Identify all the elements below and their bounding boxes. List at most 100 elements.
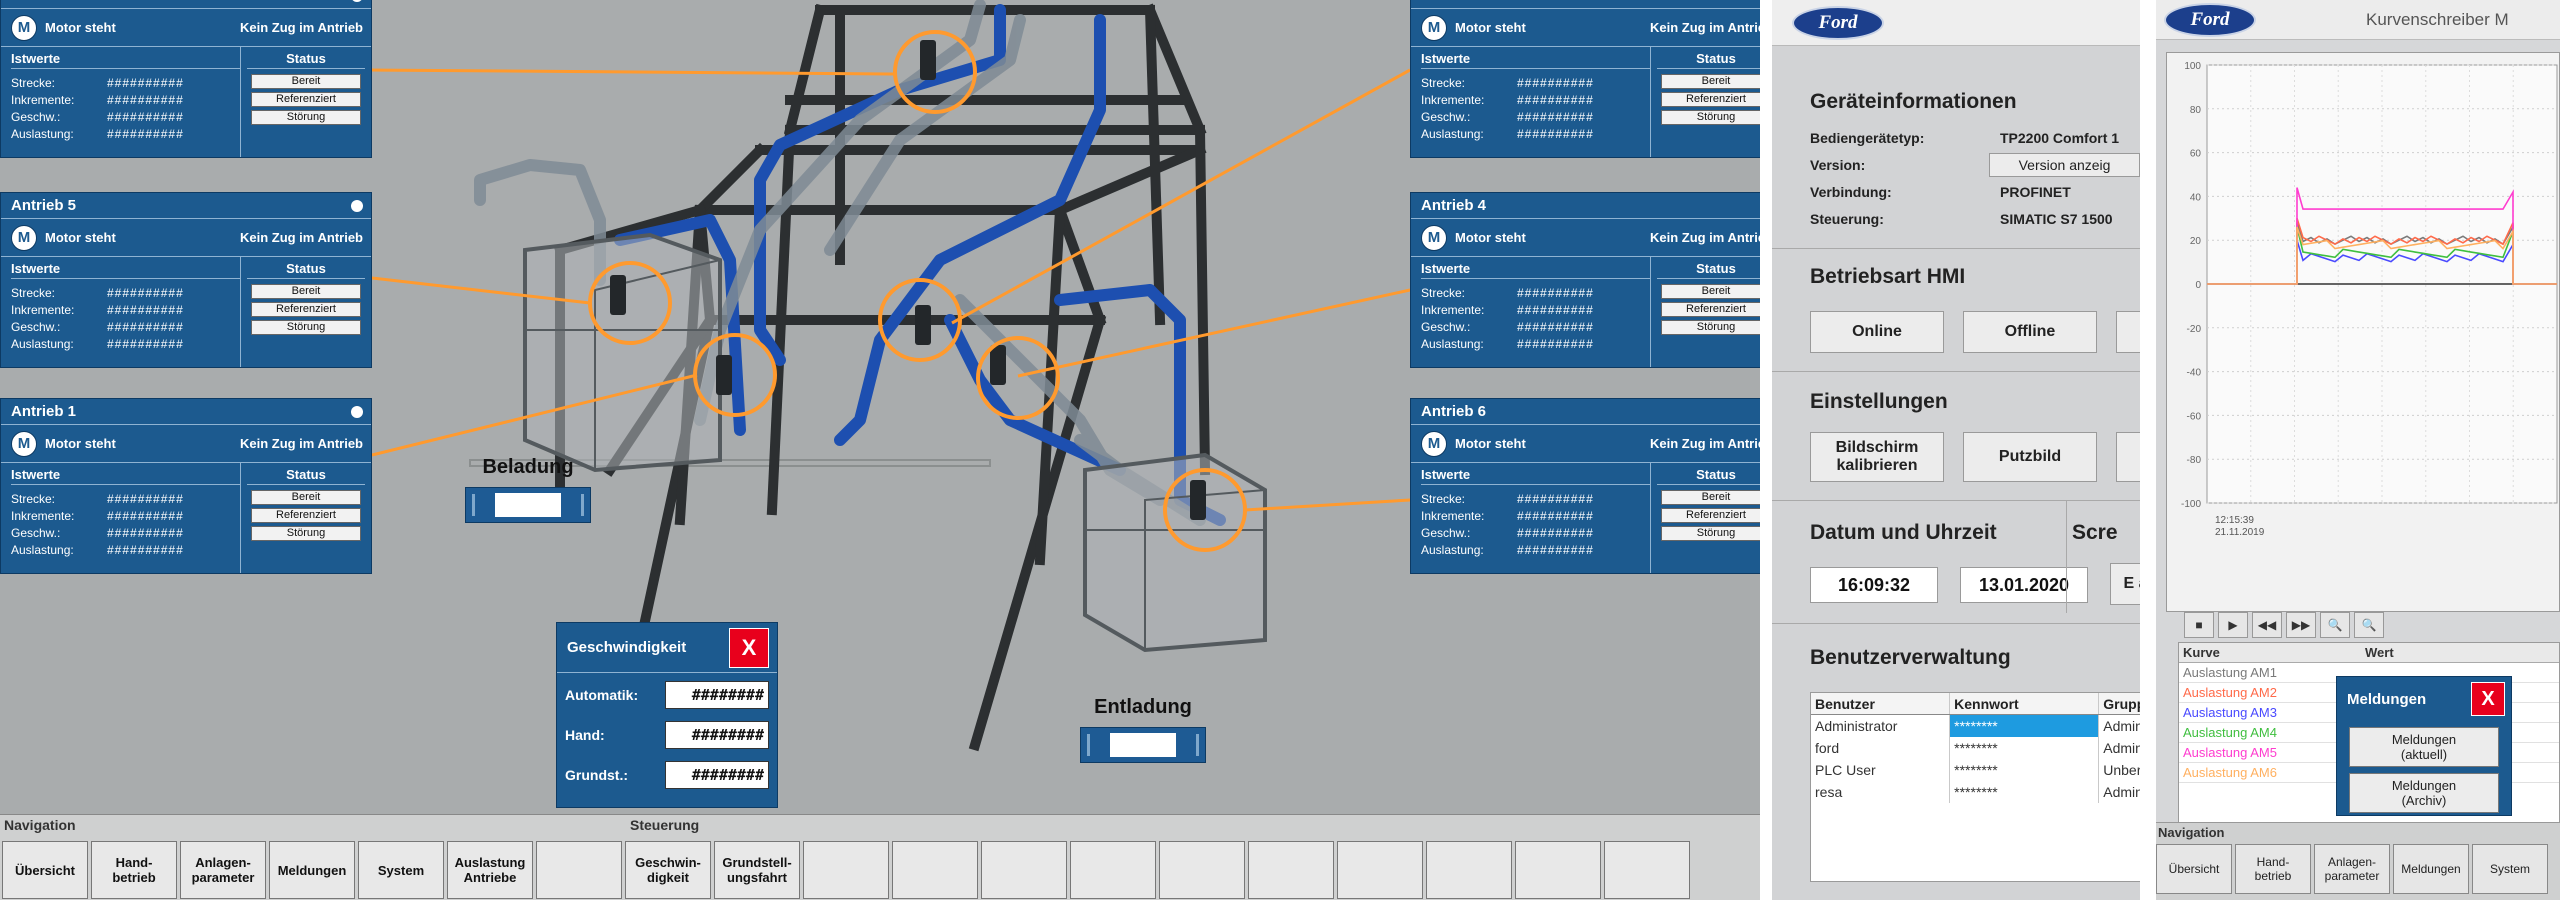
bereit-button[interactable]: Bereit <box>1661 74 1760 89</box>
drive-values: Istwerte Strecke: ########## Inkremente: ###… <box>1411 463 1651 573</box>
nav-button-3[interactable]: Meldungen <box>269 841 355 899</box>
trend-nav-button-1[interactable]: Hand- betrieb <box>2235 844 2311 894</box>
nav-button-16[interactable] <box>1426 841 1512 899</box>
train-status-text: Kein Zug im Antrieb <box>239 436 363 451</box>
speed-automatik-field[interactable]: ######## <box>665 681 769 709</box>
nav-button-5[interactable]: Auslastung Antriebe <box>447 841 533 899</box>
stoerung-button[interactable]: Störung <box>1661 320 1760 335</box>
referenziert-button[interactable]: Referenziert <box>251 508 361 523</box>
show-version-button[interactable]: Version anzeig <box>1989 152 2140 177</box>
trend-nav-button-0[interactable]: Übersicht <box>2156 844 2232 894</box>
settings-button-1[interactable]: Putzbild <box>1963 432 2097 482</box>
value-row-auslastung: Auslastung: ########## <box>1421 335 1650 352</box>
nav-button-9[interactable] <box>803 841 889 899</box>
forward-icon[interactable]: ▶▶ <box>2286 612 2316 638</box>
speed-hand-field[interactable]: ######## <box>665 721 769 749</box>
bereit-button[interactable]: Bereit <box>251 284 361 299</box>
user-password[interactable]: ******** <box>1950 737 2100 759</box>
speed-popup-close-button[interactable]: X <box>729 627 769 668</box>
referenziert-button[interactable]: Referenziert <box>1661 302 1760 317</box>
station-beladung-indicator[interactable] <box>465 487 591 523</box>
y-tick-label: -100 <box>2181 499 2201 510</box>
date-label: 21.11.2019 <box>2215 527 2265 538</box>
trend-nav-button-4[interactable]: System <box>2472 844 2548 894</box>
value-row-geschw: Geschw.: ########## <box>11 318 240 335</box>
istwerte-label: Istwerte <box>1421 261 1650 279</box>
nav-button-15[interactable] <box>1337 841 1423 899</box>
messages-current-button[interactable]: Meldungen (aktuell) <box>2349 727 2499 767</box>
nav-button-1[interactable]: Hand- betrieb <box>91 841 177 899</box>
nav-button-12[interactable] <box>1070 841 1156 899</box>
settings-button-2[interactable]: S ste <box>2116 432 2140 482</box>
mode-button-1[interactable]: Offline <box>1963 311 2097 353</box>
user-row[interactable]: Administrator ******** Admin <box>1811 715 2140 737</box>
stoerung-button[interactable]: Störung <box>251 526 361 541</box>
nav-button-8[interactable]: Grundstell- ungsfahrt <box>714 841 800 899</box>
user-row[interactable]: resa ******** Admin <box>1811 781 2140 803</box>
bereit-button[interactable]: Bereit <box>1661 490 1760 505</box>
nav-button-11[interactable] <box>981 841 1067 899</box>
bereit-button[interactable]: Bereit <box>251 74 361 89</box>
motor-icon: M <box>11 224 37 251</box>
trend-nav-button-2[interactable]: Anlagen- parameter <box>2314 844 2390 894</box>
device-row-1: Version: Version anzeig <box>1810 151 2140 178</box>
value-row-geschw: Geschw.: ########## <box>1421 524 1650 541</box>
stoerung-button[interactable]: Störung <box>1661 110 1760 125</box>
settings-button-0[interactable]: Bildschirm kalibrieren <box>1810 432 1944 482</box>
inkremente-label: Inkremente: <box>11 92 75 107</box>
screen-action-button[interactable]: E ak <box>2110 563 2140 605</box>
nav-button-18[interactable] <box>1604 841 1690 899</box>
motor-status-text: Motor steht <box>1455 436 1526 451</box>
referenziert-button[interactable]: Referenziert <box>251 92 361 107</box>
geschw-label: Geschw.: <box>11 109 61 124</box>
settings-title: Einstellungen <box>1810 390 1948 413</box>
value-row-inkremente: Inkremente: ########## <box>1421 301 1650 318</box>
station-entladung-indicator[interactable] <box>1080 727 1206 763</box>
auslastung-value: ########## <box>107 336 184 351</box>
nav-button-14[interactable] <box>1248 841 1334 899</box>
trend-nav-button-3[interactable]: Meldungen <box>2393 844 2469 894</box>
user-password[interactable]: ******** <box>1950 715 2100 737</box>
value-row-geschw: Geschw.: ########## <box>1421 108 1650 125</box>
nav-button-6[interactable] <box>536 841 622 899</box>
mode-button-0[interactable]: Online <box>1810 311 1944 353</box>
rewind-icon[interactable]: ◀◀ <box>2252 612 2282 638</box>
nav-button-0[interactable]: Übersicht <box>2 841 88 899</box>
nav-button-7[interactable]: Geschwin- digkeit <box>625 841 711 899</box>
nav-button-13[interactable] <box>1159 841 1245 899</box>
play-icon[interactable]: ▶ <box>2218 612 2248 638</box>
motor-icon: M <box>11 14 37 41</box>
y-tick-label: 60 <box>2190 149 2202 160</box>
nav-button-17[interactable] <box>1515 841 1601 899</box>
speed-grundst-field[interactable]: ######## <box>665 761 769 789</box>
drive-header: Antrieb 3 <box>1411 0 1760 9</box>
user-password[interactable]: ******** <box>1950 759 2100 781</box>
bereit-button[interactable]: Bereit <box>1661 284 1760 299</box>
user-password[interactable]: ******** <box>1950 781 2100 803</box>
referenziert-button[interactable]: Referenziert <box>1661 508 1760 523</box>
mode-button-2[interactable]: T <box>2116 311 2140 353</box>
strecke-label: Strecke: <box>1421 491 1466 506</box>
stoerung-button[interactable]: Störung <box>251 320 361 335</box>
zoom-out-icon[interactable]: 🔍 <box>2354 612 2384 638</box>
nav-button-10[interactable] <box>892 841 978 899</box>
time-label: 12:15:39 <box>2215 515 2254 526</box>
hmi-mode-title: Betriebsart HMI <box>1810 265 1966 288</box>
stop-icon[interactable]: ■ <box>2184 612 2214 638</box>
stoerung-button[interactable]: Störung <box>1661 526 1760 541</box>
time-field[interactable]: 16:09:32 <box>1810 567 1938 603</box>
bereit-button[interactable]: Bereit <box>251 490 361 505</box>
referenziert-button[interactable]: Referenziert <box>251 302 361 317</box>
messages-popup-close-button[interactable]: X <box>2471 682 2505 716</box>
stoerung-button[interactable]: Störung <box>251 110 361 125</box>
nav-button-2[interactable]: Anlagen- parameter <box>180 841 266 899</box>
trend-chart[interactable]: 100 80 60 40 20 0 -20 -40 -60 -80 -100 12:15:3921.1… <box>2167 53 2560 613</box>
user-row[interactable]: ford ******** Admin <box>1811 737 2140 759</box>
nav-button-4[interactable]: System <box>358 841 444 899</box>
zoom-in-icon[interactable]: 🔍 <box>2320 612 2350 638</box>
drive-status: Status Bereit Referenziert Störung <box>1651 257 1760 367</box>
referenziert-button[interactable]: Referenziert <box>1661 92 1760 107</box>
date-field[interactable]: 13.01.2020 <box>1960 567 2088 603</box>
user-row[interactable]: PLC User ******** Unber <box>1811 759 2140 781</box>
messages-archive-button[interactable]: Meldungen (Archiv) <box>2349 773 2499 813</box>
